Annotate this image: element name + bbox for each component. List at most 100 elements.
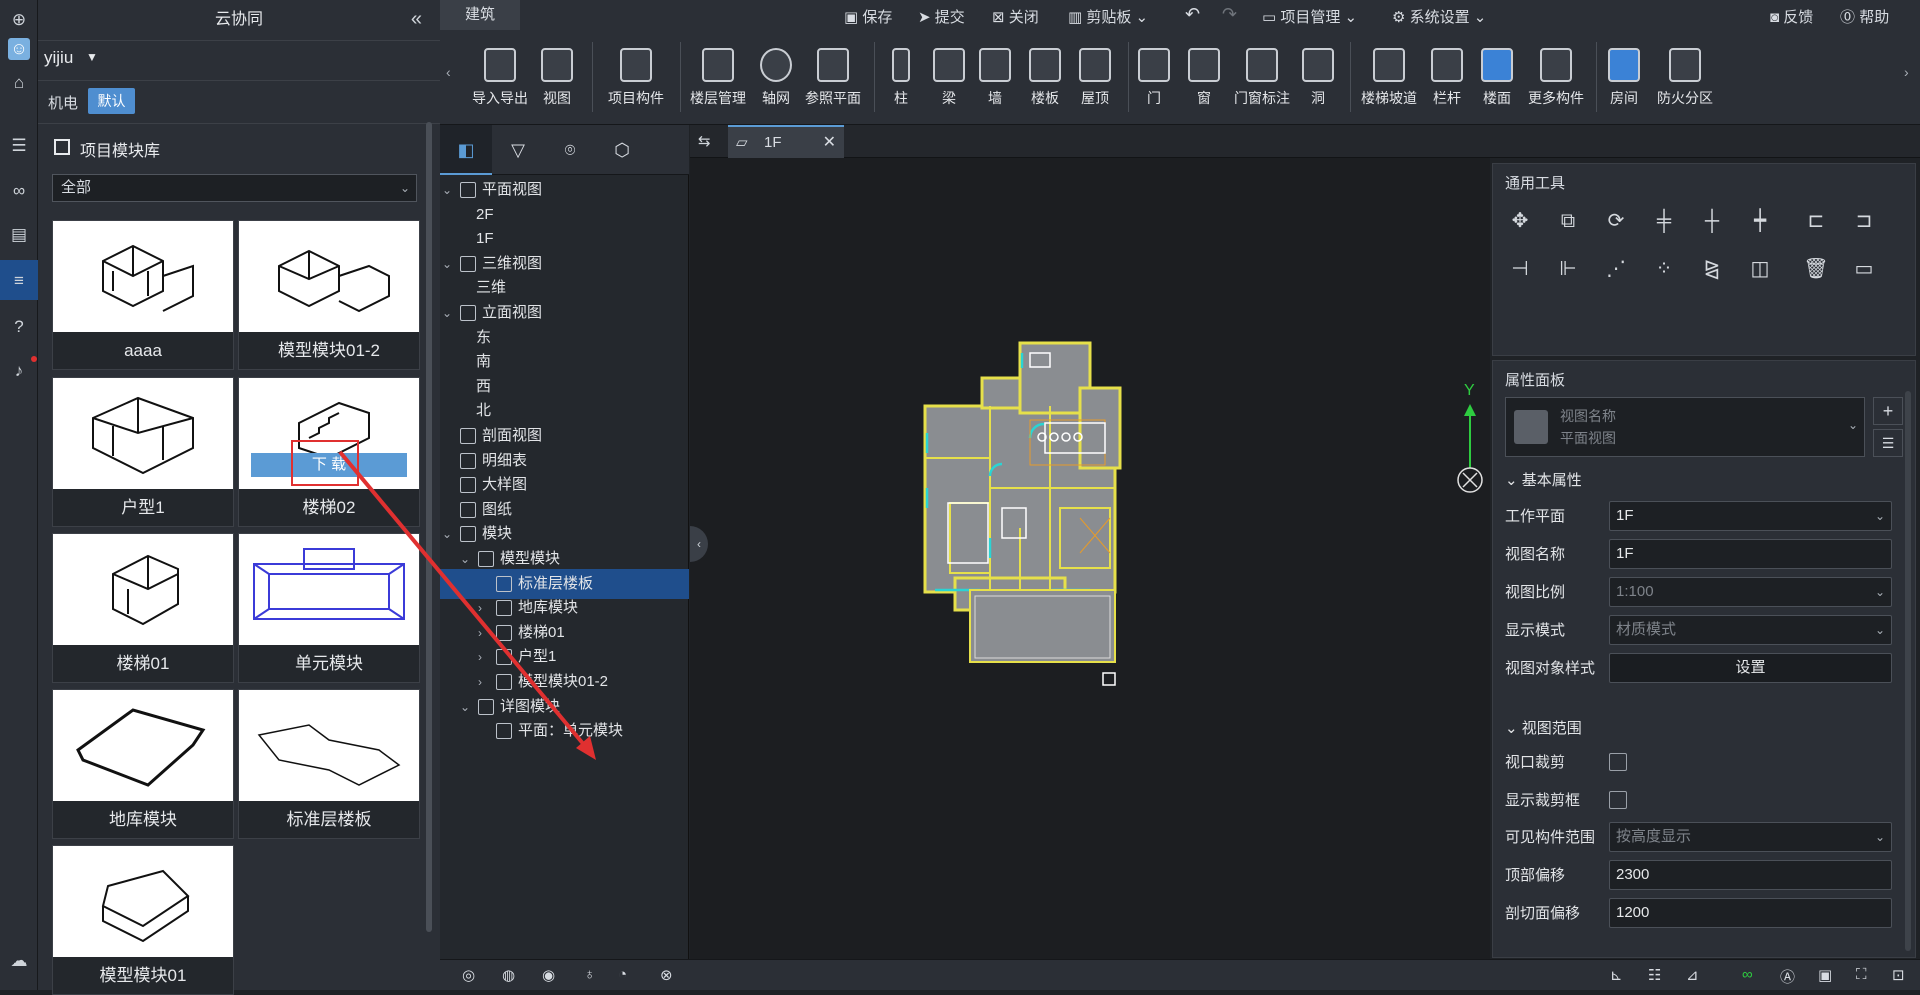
cut-icon[interactable]: ⊩ — [1555, 256, 1581, 282]
group-icon[interactable]: ⁘ — [1651, 256, 1677, 282]
cube-icon[interactable]: ⬡ — [596, 125, 648, 175]
hide-icon[interactable]: ⊗ — [660, 966, 673, 984]
save-button[interactable]: ▣ 保存 — [844, 6, 892, 27]
discipline-label[interactable]: 机电 — [48, 92, 78, 113]
viewport-crop-checkbox[interactable] — [1609, 753, 1627, 771]
feedback-button[interactable]: ◙ 反馈 — [1770, 6, 1813, 27]
system-settings-menu[interactable]: ⚙ 系统设置 ⌄ — [1392, 6, 1486, 27]
align-icon[interactable]: ╪ — [1651, 208, 1677, 234]
cut-offset-input[interactable]: 1200 — [1609, 898, 1892, 928]
help-button[interactable]: ⓪ 帮助 — [1840, 6, 1889, 27]
props-scrollbar[interactable] — [1905, 391, 1911, 951]
globe-icon[interactable]: ⊕ — [8, 9, 30, 31]
isolate-icon[interactable]: ◉ — [542, 966, 555, 984]
mirror-icon[interactable]: ⧎ — [1699, 256, 1725, 282]
module-card[interactable]: aaaa — [52, 220, 234, 370]
locate-icon[interactable]: ⌾ — [544, 125, 596, 175]
stairs-ramp-button[interactable]: 楼梯坡道 — [1356, 48, 1422, 108]
mode-tab[interactable]: 建筑 — [440, 0, 520, 30]
offset-icon[interactable]: ⊏ — [1803, 208, 1829, 234]
visibility-icon[interactable]: ◎ — [462, 966, 475, 984]
drawing-canvas[interactable]: ‹ Y — [690, 158, 1490, 959]
layer-icon[interactable]: ◍ — [502, 966, 515, 984]
delete-icon[interactable]: 🗑 — [1803, 256, 1829, 282]
submit-button[interactable]: ➤ 提交 — [918, 6, 965, 27]
roof-button[interactable]: 屋顶 — [1072, 48, 1118, 108]
door-window-tag-button[interactable]: 门窗标注 — [1228, 48, 1296, 108]
filter-icon[interactable]: ▽ — [492, 125, 544, 175]
wall-button[interactable]: 墙 — [974, 48, 1016, 108]
close-icon[interactable]: ✕ — [823, 132, 836, 152]
clipboard-menu[interactable]: ▥ 剪贴板 ⌄ — [1068, 6, 1148, 27]
view-name-input[interactable]: 1F — [1609, 539, 1892, 569]
settings-button[interactable]: 设置 — [1609, 653, 1892, 683]
display-mode-select[interactable]: 材质模式 ⌄ — [1609, 615, 1892, 645]
window-button[interactable]: 窗 — [1184, 48, 1224, 108]
measure-icon[interactable]: ▭ — [1851, 256, 1877, 282]
eye-icon[interactable]: ◔ — [618, 966, 627, 983]
door-button[interactable]: 门 — [1134, 48, 1174, 108]
snap-icon[interactable]: ⊿ — [1686, 966, 1699, 984]
ruler-icon[interactable]: ⊾ — [1610, 966, 1623, 984]
view-type-select[interactable]: 视图名称 平面视图 ⌄ — [1505, 397, 1865, 457]
basic-props-header[interactable]: ⌄ 基本属性 — [1505, 469, 1582, 490]
list-icon[interactable]: ☰ — [8, 135, 30, 157]
view-range-header[interactable]: ⌄ 视图范围 — [1505, 717, 1582, 738]
floor-surface-button[interactable]: 楼面 — [1474, 48, 1520, 108]
fullscreen-icon[interactable]: ⛶ — [1856, 966, 1867, 983]
module-card[interactable]: 模型模块01-2 — [238, 220, 420, 370]
trim-icon[interactable]: ┿ — [1747, 208, 1773, 234]
undo-icon[interactable]: ↶ — [1185, 4, 1200, 25]
module-filter-select[interactable]: 全部 ⌄ — [52, 174, 417, 202]
opening-button[interactable]: 洞 — [1298, 48, 1338, 108]
work-plane-select[interactable]: 1F ⌄ — [1609, 501, 1892, 531]
extend-icon[interactable]: ⊐ — [1851, 208, 1877, 234]
default-badge[interactable]: 默认 — [88, 88, 135, 114]
view-scale-select[interactable]: 1:100 ⌄ — [1609, 577, 1892, 607]
copy-icon[interactable]: ⧉ — [1555, 208, 1581, 234]
reference-plane-button[interactable]: 参照平面 — [800, 48, 866, 108]
room-button[interactable]: 房间 — [1602, 48, 1646, 108]
module-card[interactable]: 户型1 — [52, 377, 234, 527]
avatar[interactable]: ☺ — [8, 38, 30, 60]
beam-button[interactable]: 梁 — [928, 48, 970, 108]
rotate-icon[interactable]: ⟳ — [1603, 208, 1629, 234]
fire-zone-button[interactable]: 防火分区 — [1650, 48, 1720, 108]
visible-range-select[interactable]: 按高度显示 ⌄ — [1609, 822, 1892, 852]
link-icon[interactable]: ∞ — [8, 180, 30, 202]
screen-icon[interactable]: ▣ — [1818, 966, 1832, 984]
bell-icon[interactable]: ♪ — [8, 360, 30, 382]
view-button[interactable]: 视图 — [530, 48, 584, 108]
module-card[interactable]: 地库模块 — [52, 689, 234, 839]
import-export-button[interactable]: 导入导出 — [468, 48, 532, 108]
show-crop-checkbox[interactable] — [1609, 791, 1627, 809]
capture-icon[interactable]: ⊡ — [1892, 966, 1905, 984]
help-icon[interactable]: ? — [8, 316, 30, 338]
home-icon[interactable]: ⌂ — [8, 72, 30, 94]
column-button[interactable]: 柱 — [880, 48, 922, 108]
move-icon[interactable]: ✥ — [1507, 208, 1533, 234]
project-components-button[interactable]: 项目构件 — [598, 48, 674, 108]
railing-button[interactable]: 栏杆 — [1424, 48, 1470, 108]
ribbon-scroll-right-icon[interactable]: › — [1904, 64, 1909, 80]
document-icon[interactable]: ▤ — [8, 224, 30, 246]
layout-icon[interactable]: ◧ — [440, 125, 492, 175]
collapse-icon[interactable]: « — [411, 8, 422, 31]
break-icon[interactable]: ⊣ — [1507, 256, 1533, 282]
module-library-icon[interactable]: ≡ — [8, 270, 30, 292]
annotation-icon[interactable]: Ⓐ — [1780, 966, 1795, 987]
tab-1f[interactable]: ▱ 1F ✕ — [728, 125, 844, 158]
module-card[interactable]: 下 载 楼梯02 — [238, 377, 420, 527]
redo-icon[interactable]: ↷ — [1222, 4, 1237, 25]
module-card[interactable]: 楼梯01 — [52, 533, 234, 683]
module-card[interactable]: 模型模块01 — [52, 845, 234, 995]
tab-list-icon[interactable]: ⇆ — [698, 132, 711, 150]
ribbon-scroll-left-icon[interactable]: ‹ — [446, 64, 451, 80]
more-components-button[interactable]: 更多构件 — [1522, 48, 1590, 108]
project-management-menu[interactable]: ▭ 项目管理 ⌄ — [1262, 6, 1357, 27]
floor-management-button[interactable]: 楼层管理 — [686, 48, 750, 108]
user-dropdown-icon[interactable]: ▼ — [86, 50, 98, 64]
user-name[interactable]: yijiu — [44, 48, 73, 68]
list-view-icon[interactable]: ☷ — [1648, 966, 1661, 984]
close-button[interactable]: ⊠ 关闭 — [992, 6, 1039, 27]
